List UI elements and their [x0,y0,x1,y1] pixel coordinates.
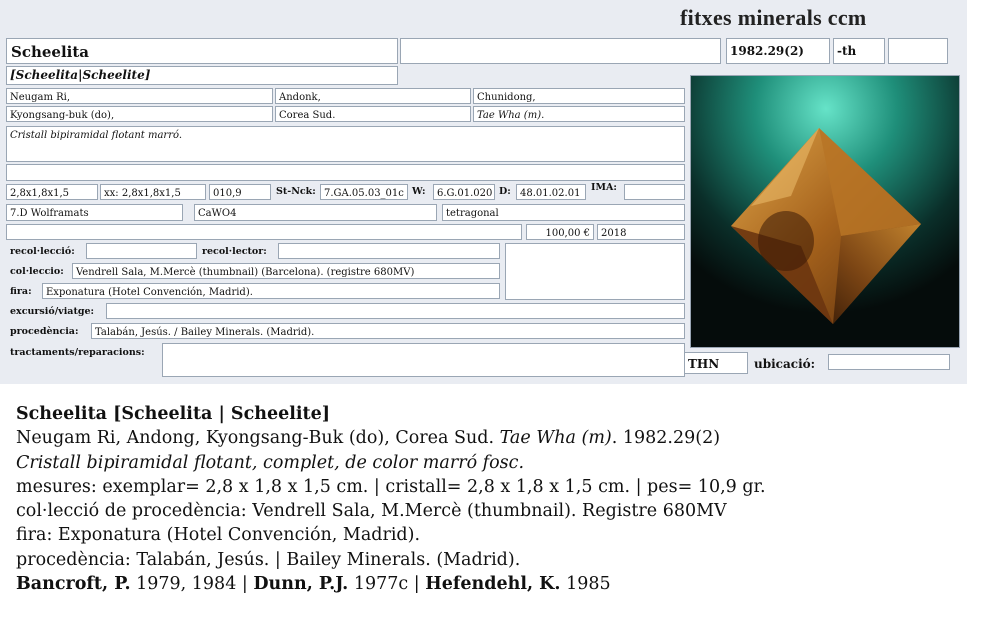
thn-field[interactable]: THN [684,352,748,374]
collector-label: recol·lector: [202,246,267,257]
app-title: fitxes minerals ccm [680,5,867,30]
fair-label: fira: [10,286,32,297]
locality-field[interactable]: Andonk, [275,88,471,104]
reference-author: Bancroft, P. [16,574,131,595]
synonyms-field[interactable]: [Scheelita|Scheelite] [6,66,398,85]
mine-text: Tae Wha (m) [499,428,612,449]
reference-author: Dunn, P.J. [253,574,349,595]
notes-field[interactable] [6,164,685,181]
reference-separator: | [408,574,426,595]
specimen-description: Scheelita [Scheelita | Scheelite] Neugam… [16,402,976,596]
location-label: ubicació: [754,357,816,371]
ima-field[interactable] [624,184,685,200]
crystal-size-field[interactable]: xx: 2,8x1,8x1,5 [100,184,206,200]
collection-field[interactable]: Vendrell Sala, M.Mercè (thumbnail) (Barc… [72,263,500,279]
species-extra-field[interactable] [400,38,721,64]
description-fair: fira: Exponatura (Hotel Convención, Madr… [16,525,421,546]
mine-field[interactable]: Tae Wha (m). [473,106,685,122]
reference-author: Hefendehl, K. [425,574,561,595]
d-label: D: [499,186,511,197]
description-crystal: Cristall bipiramidal flotant, complet, d… [16,452,525,473]
notes-box[interactable] [505,243,685,300]
w-field[interactable]: 6.G.01.020 [433,184,495,200]
class-field[interactable]: 7.D Wolframats [6,204,183,221]
locality-text: Neugam Ri, Andong, Kyongsang-Buk (do), C… [16,428,495,449]
collection-label: col·leccio: [10,266,64,277]
description-references: Bancroft, P. 1979, 1984 | Dunn, P.J. 197… [16,572,976,596]
provenance-label: procedència: [10,326,79,337]
species-field[interactable]: Scheelita [6,38,398,64]
treatments-field[interactable] [162,343,685,377]
weight-field[interactable]: 010,9 [209,184,271,200]
description-heading: Scheelita [Scheelita | Scheelite] [16,404,331,424]
extra-code-field[interactable] [888,38,948,64]
fair-field[interactable]: Exponatura (Hotel Convención, Madrid). [42,283,500,299]
crystal-system-field[interactable]: tetragonal [442,204,685,221]
reference-years: 1977c [348,574,409,595]
mineral-photo [690,75,960,348]
reference-separator: | [236,574,254,595]
country-field[interactable]: Corea Sud. [275,106,471,122]
locality-field[interactable]: Chunidong, [473,88,685,104]
strunz-label: St-Nck: [276,186,316,197]
collection-place-field[interactable] [86,243,197,259]
provenance-field[interactable]: Talabán, Jesús. / Bailey Minerals. (Madr… [91,323,685,339]
w-label: W: [412,186,426,197]
price-field[interactable]: 100,00 € [526,224,594,240]
formula-field[interactable]: CaWO4 [194,204,437,221]
region-field[interactable]: Kyongsang-buk (do), [6,106,273,122]
treatments-label: tractaments/reparacions: [10,347,145,358]
locality-field[interactable]: Neugam Ri, [6,88,273,104]
short-description-field[interactable]: Cristall bipiramidal flotant marró. [6,126,685,162]
reference-years: 1979, 1984 [130,574,237,595]
mineral-card: fitxes minerals ccm Scheelita 1982.29(2)… [0,0,967,384]
d-field[interactable]: 48.01.02.01 [516,184,586,200]
year-field[interactable]: 2018 [597,224,685,240]
reg-number-field[interactable]: 1982.29(2) [726,38,830,64]
trip-field[interactable] [106,303,685,319]
description-locality: Neugam Ri, Andong, Kyongsang-Buk (do), C… [16,426,976,450]
trip-label: excursió/viatge: [10,306,95,317]
collection-place-label: recol·lecció: [10,246,75,257]
size-code-field[interactable]: -th [833,38,885,64]
locality-suffix: . 1982.29(2) [611,428,721,449]
description-collection: col·lecció de procedència: Vendrell Sala… [16,501,727,522]
description-measures: mesures: exemplar= 2,8 x 1,8 x 1,5 cm. |… [16,476,766,497]
scheelite-crystal-image [691,76,959,347]
strunz-field[interactable]: 7.GA.05.03_01c [320,184,408,200]
reference-years: 1985 [560,574,611,595]
location-field[interactable] [828,354,950,370]
collector-field[interactable] [278,243,500,259]
specimen-size-field[interactable]: 2,8x1,8x1,5 [6,184,98,200]
ima-label: IMA: [591,182,617,193]
misc-field[interactable] [6,224,522,240]
description-provenance: procedència: Talabán, Jesús. | Bailey Mi… [16,549,521,570]
